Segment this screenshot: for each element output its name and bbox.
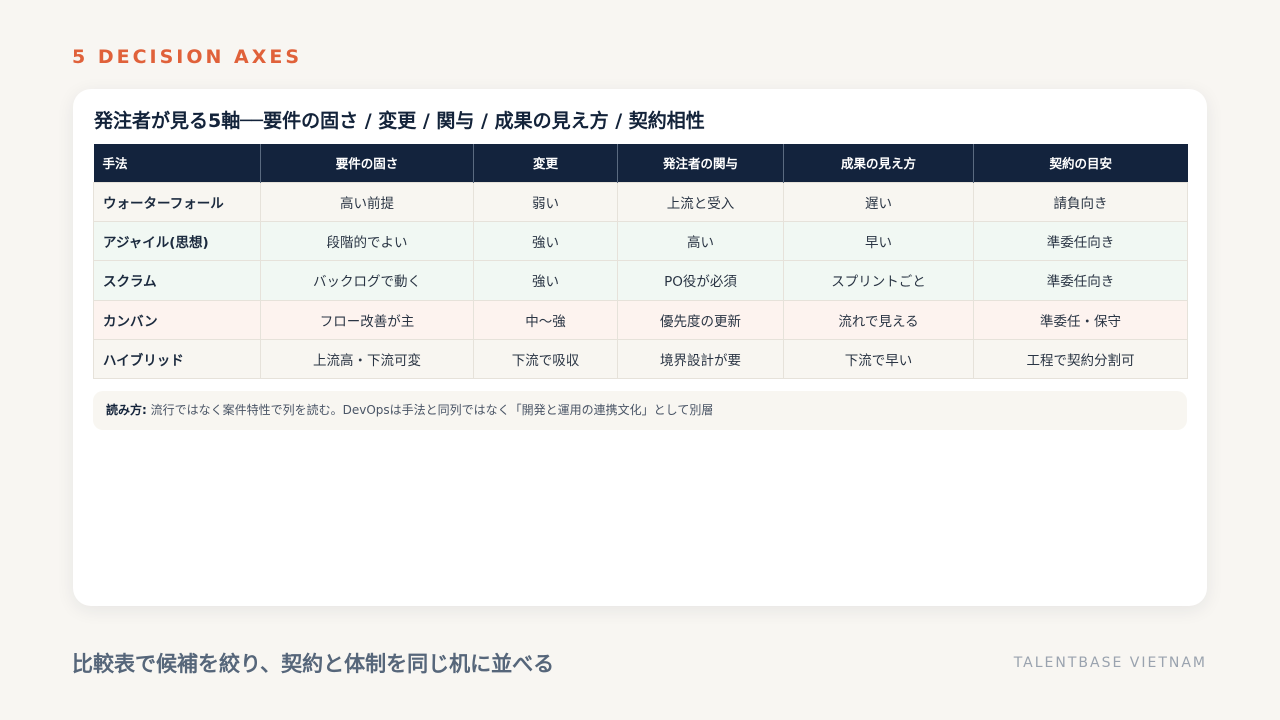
table-cell: 準委任向き [973, 220, 1188, 262]
table-cell: 下流で吸収 [473, 339, 618, 380]
table-row: スクラム バックログで動く 強い PO役が必須 スプリントごと 準委任向き [93, 260, 1188, 301]
table-row: ハイブリッド 上流高・下流可変 下流で吸収 境界設計が要 下流で早い 工程で契約… [93, 339, 1188, 380]
table-cell: 境界設計が要 [617, 339, 784, 380]
table-cell: 高い前提 [260, 181, 474, 222]
footer-tagline: 比較表で候補を絞り、契約と体制を同じ机に並べる [72, 652, 555, 676]
table-cell: PO役が必須 [617, 260, 784, 301]
header-requirements: 要件の固さ [260, 144, 474, 182]
method-name: アジャイル(思想) [93, 220, 261, 262]
card-title: 発注者が見る5軸──要件の固さ / 変更 / 関与 / 成果の見え方 / 契約相… [94, 110, 705, 132]
comparison-table: 手法 要件の固さ 変更 発注者の関与 成果の見え方 契約の目安 ウォーターフォー… [93, 144, 1188, 380]
table-cell: 高い [617, 220, 784, 262]
method-name: ハイブリッド [93, 339, 261, 380]
method-name: スクラム [93, 260, 261, 301]
table-cell: スプリントごと [783, 260, 974, 301]
table-cell: 弱い [473, 181, 618, 222]
table-cell: 強い [473, 220, 618, 262]
note-label: 読み方: [106, 403, 147, 417]
brand-wordmark: TALENTBASE VIETNAM [1013, 655, 1207, 671]
header-method: 手法 [93, 144, 261, 182]
table-cell: 下流で早い [783, 339, 974, 380]
table-cell: 段階的でよい [260, 220, 474, 262]
table-cell: バックログで動く [260, 260, 474, 301]
table-cell: 上流高・下流可変 [260, 339, 474, 380]
header-visibility: 成果の見え方 [783, 144, 974, 182]
table-cell: 工程で契約分割可 [973, 339, 1188, 380]
reading-note: 読み方: 流行ではなく案件特性で列を読む。DevOpsは手法と同列ではなく「開発… [93, 391, 1187, 430]
note-text: 流行ではなく案件特性で列を読む。DevOpsは手法と同列ではなく「開発と運用の連… [150, 403, 714, 417]
table-cell: 流れで見える [783, 299, 974, 341]
method-name: ウォーターフォール [93, 181, 261, 222]
header-change: 変更 [473, 144, 618, 182]
table-cell: 準委任向き [973, 260, 1188, 301]
header-contract: 契約の目安 [973, 144, 1188, 182]
table-row: ウォーターフォール 高い前提 弱い 上流と受入 遅い 請負向き [93, 181, 1188, 222]
table-cell: 請負向き [973, 181, 1188, 222]
header-client-involvement: 発注者の関与 [617, 144, 784, 182]
table-row: カンバン フロー改善が主 中〜強 優先度の更新 流れで見える 準委任・保守 [93, 299, 1188, 341]
section-eyebrow: 5 DECISION AXES [72, 46, 303, 68]
table-cell: 強い [473, 260, 618, 301]
table-cell: 中〜強 [473, 299, 618, 341]
method-name: カンバン [93, 299, 261, 341]
content-card: 発注者が見る5軸──要件の固さ / 変更 / 関与 / 成果の見え方 / 契約相… [73, 89, 1207, 606]
table-cell: 遅い [783, 181, 974, 222]
table-row: アジャイル(思想) 段階的でよい 強い 高い 早い 準委任向き [93, 220, 1188, 262]
table-cell: 早い [783, 220, 974, 262]
table-cell: 優先度の更新 [617, 299, 784, 341]
table-header-row: 手法 要件の固さ 変更 発注者の関与 成果の見え方 契約の目安 [93, 144, 1188, 182]
table-cell: 上流と受入 [617, 181, 784, 222]
table-cell: フロー改善が主 [260, 299, 474, 341]
table-cell: 準委任・保守 [973, 299, 1188, 341]
